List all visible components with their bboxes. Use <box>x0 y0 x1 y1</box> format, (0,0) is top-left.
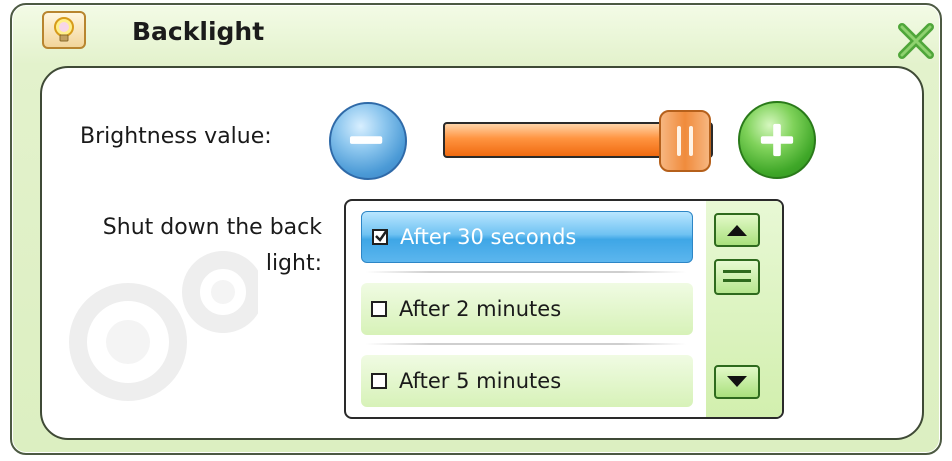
shutdown-label: Shut down the back light: <box>102 215 322 276</box>
option-30-seconds[interactable]: After 30 seconds <box>361 211 693 263</box>
option-label: After 5 minutes <box>399 369 562 393</box>
lightbulb-icon <box>42 11 86 49</box>
close-icon[interactable] <box>896 21 936 61</box>
decrease-brightness-button[interactable] <box>329 102 407 180</box>
scroll-thumb[interactable] <box>714 259 760 295</box>
increase-brightness-button[interactable] <box>738 101 816 179</box>
scroll-down-button[interactable] <box>714 365 760 399</box>
thumb-grip <box>677 126 681 156</box>
checkbox-checked[interactable] <box>372 229 389 245</box>
option-5-minutes[interactable]: After 5 minutes <box>361 355 693 407</box>
arrow-up-icon <box>727 225 747 236</box>
divider <box>366 271 686 273</box>
thumb-line <box>723 279 751 282</box>
scroll-up-button[interactable] <box>714 213 760 247</box>
thumb-line <box>723 270 751 273</box>
shutdown-options-list: After 30 seconds After 2 minutes After 5… <box>344 199 784 419</box>
plus-icon <box>740 103 814 177</box>
minus-icon <box>331 104 405 178</box>
option-label: After 30 seconds <box>400 225 577 249</box>
divider <box>366 343 686 345</box>
checkbox-unchecked[interactable] <box>371 373 387 389</box>
option-label: After 2 minutes <box>399 297 562 321</box>
thumb-grip <box>689 126 693 156</box>
brightness-slider-thumb[interactable] <box>659 110 711 172</box>
option-2-minutes[interactable]: After 2 minutes <box>361 283 693 335</box>
window-title: Backlight <box>132 17 265 46</box>
scrollbar[interactable] <box>706 201 782 417</box>
arrow-down-icon <box>727 376 747 387</box>
checkbox-unchecked[interactable] <box>371 301 387 317</box>
brightness-label: Brightness value: <box>80 124 272 149</box>
